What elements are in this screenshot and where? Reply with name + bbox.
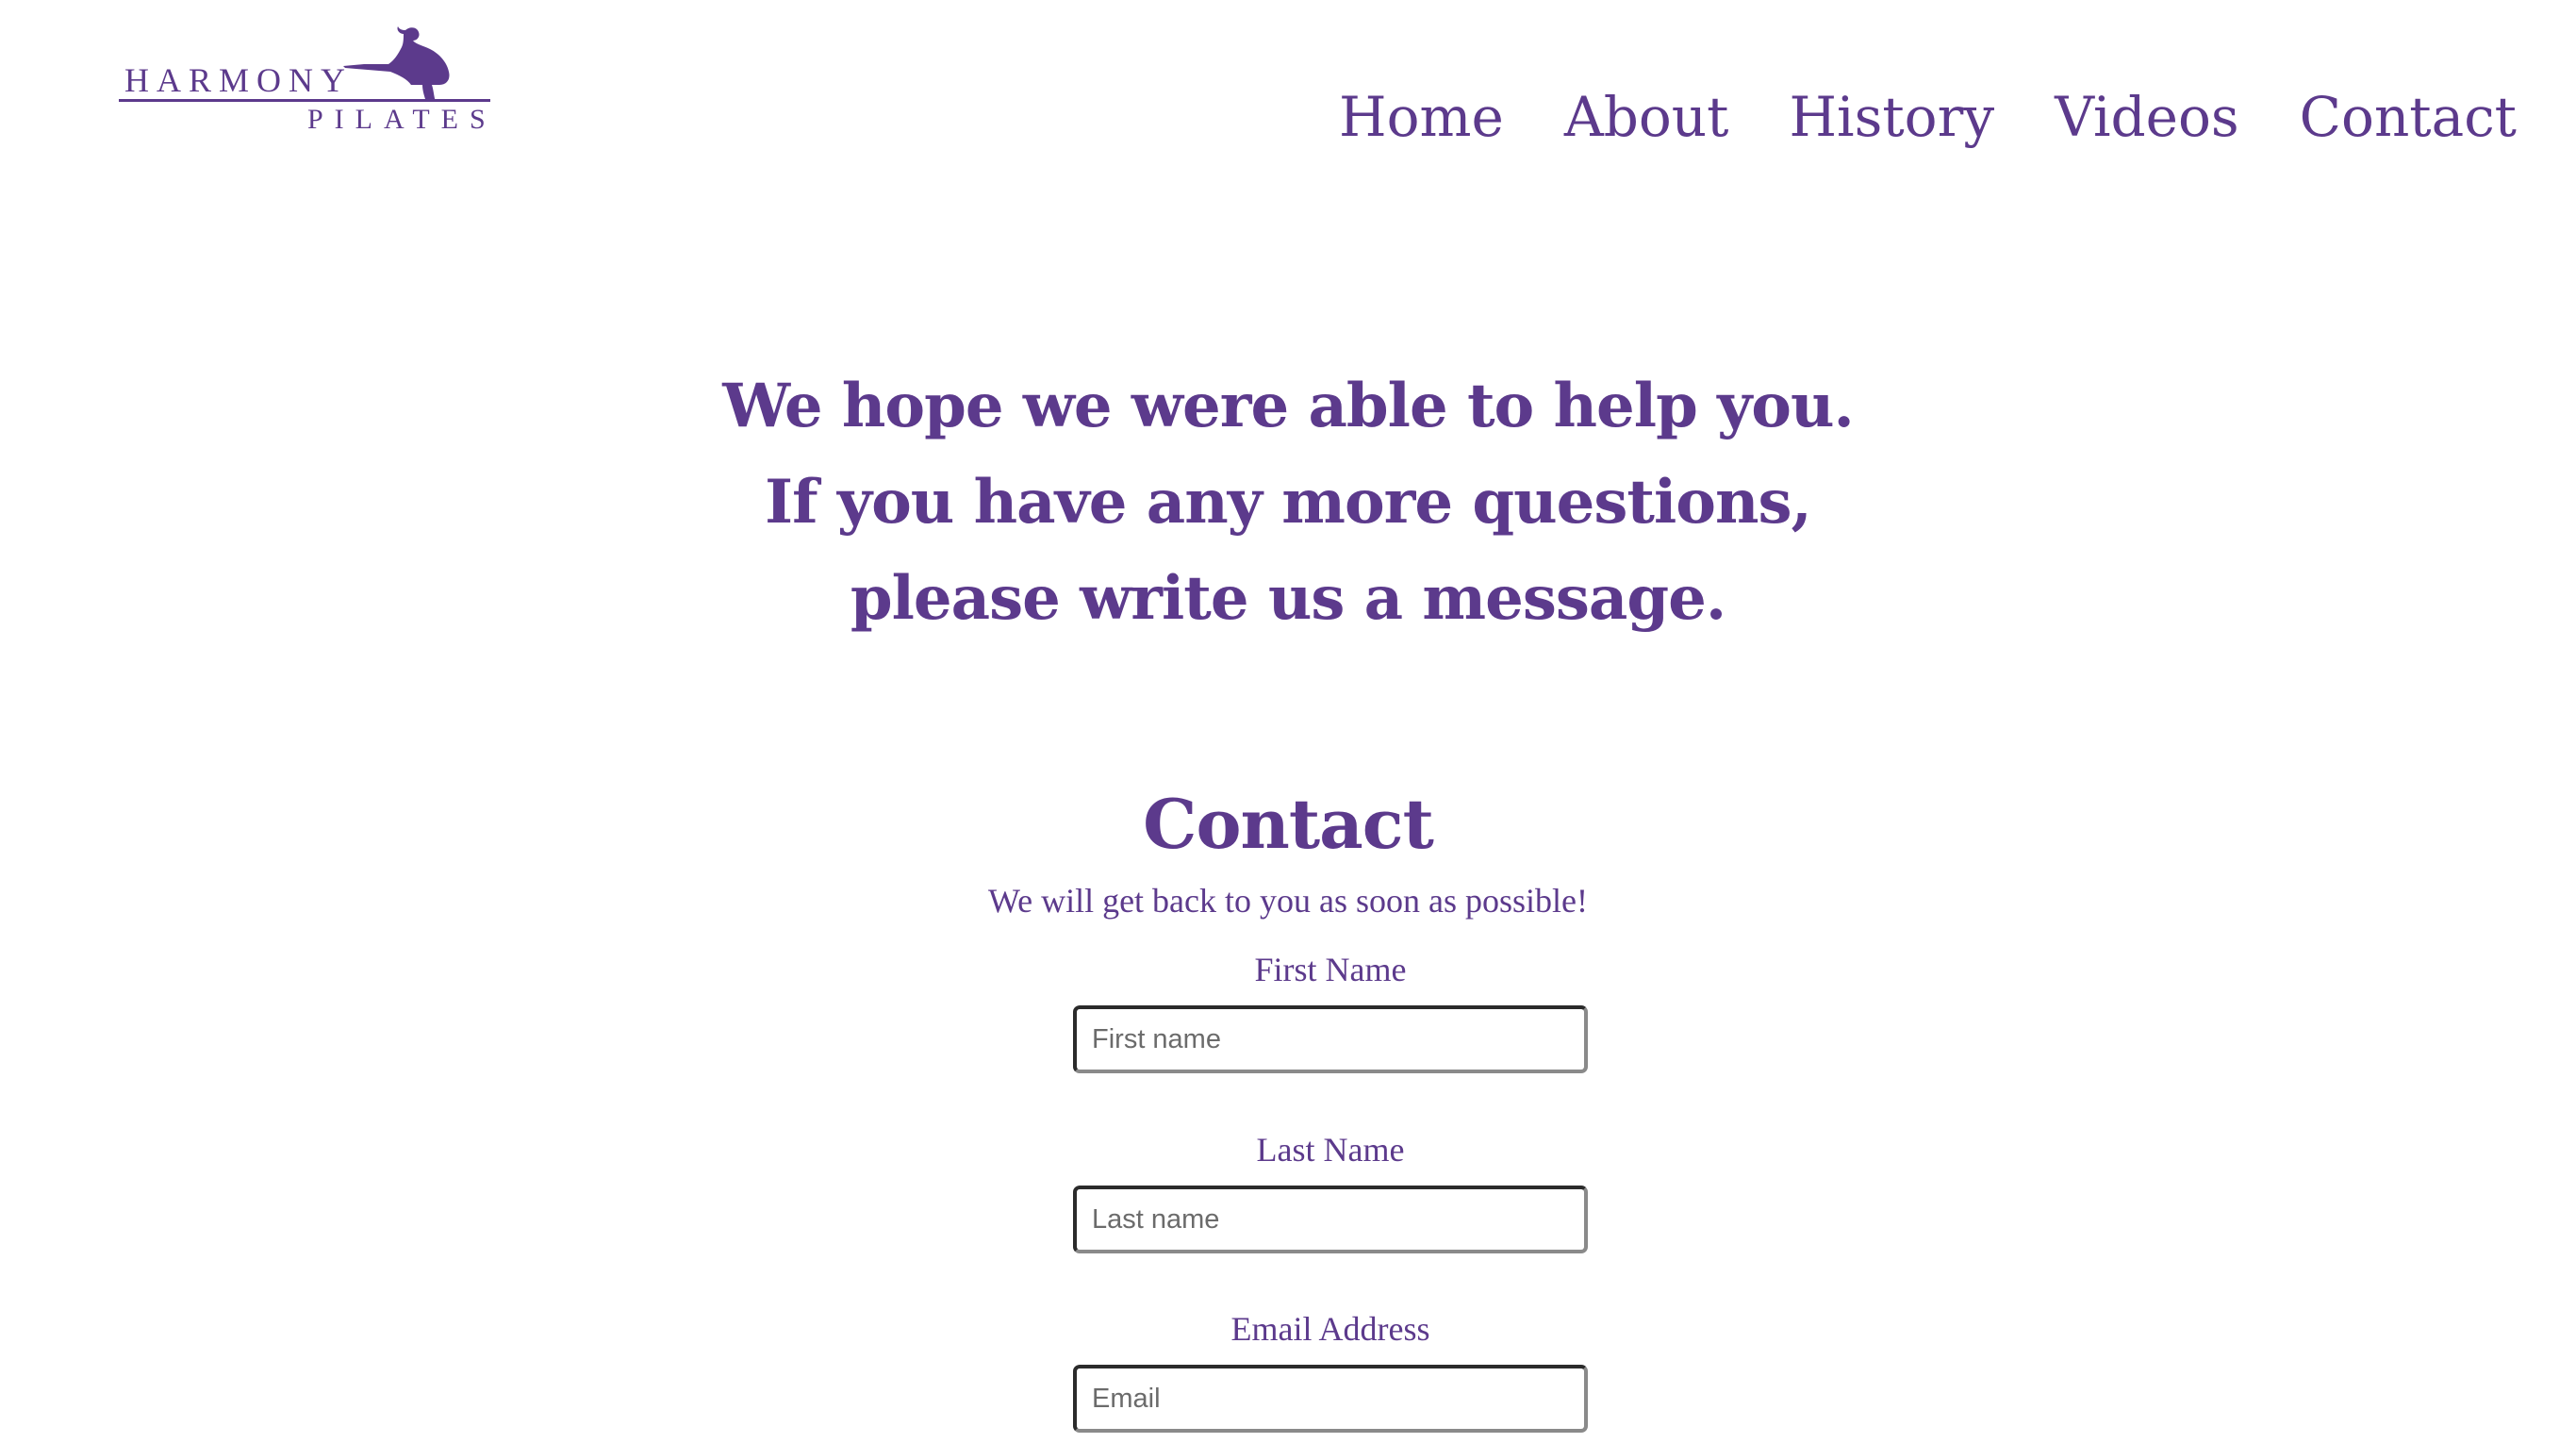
first-name-input[interactable] bbox=[1073, 1005, 1588, 1073]
intro-line-1: We hope we were able to help you. bbox=[722, 371, 1855, 441]
last-name-input[interactable] bbox=[1073, 1186, 1588, 1253]
pilates-figure-icon bbox=[343, 26, 450, 102]
first-name-field: First Name bbox=[1073, 949, 1588, 1073]
harmony-pilates-logo[interactable]: HARMONY PILATES bbox=[119, 26, 492, 140]
email-label: Email Address bbox=[1230, 1310, 1430, 1348]
last-name-label: Last Name bbox=[1256, 1131, 1405, 1169]
nav-home[interactable]: Home bbox=[1339, 85, 1504, 149]
intro-line-3: please write us a message. bbox=[850, 563, 1726, 634]
contact-subtitle: We will get back to you as soon as possi… bbox=[988, 882, 1588, 920]
logo-word-harmony: HARMONY bbox=[124, 61, 354, 99]
nav-history[interactable]: History bbox=[1789, 85, 1994, 149]
last-name-field: Last Name bbox=[1073, 1129, 1588, 1253]
nav-contact[interactable]: Contact bbox=[2300, 85, 2517, 149]
first-name-label: First Name bbox=[1254, 951, 1407, 988]
site-header: HARMONY PILATES Home About History Video… bbox=[0, 0, 2576, 189]
email-field: Email Address bbox=[1073, 1308, 1588, 1433]
contact-title: Contact bbox=[1143, 784, 1434, 865]
email-input[interactable] bbox=[1073, 1365, 1588, 1433]
logo-word-pilates: PILATES bbox=[307, 104, 497, 135]
main-nav: Home About History Videos Contact bbox=[1339, 85, 2517, 149]
intro-line-2: If you have any more questions, bbox=[765, 467, 1812, 538]
nav-about[interactable]: About bbox=[1564, 85, 1729, 149]
nav-videos[interactable]: Videos bbox=[2055, 85, 2239, 149]
intro-message: We hope we were able to help you. If you… bbox=[0, 358, 2576, 647]
logo-divider bbox=[119, 99, 490, 102]
